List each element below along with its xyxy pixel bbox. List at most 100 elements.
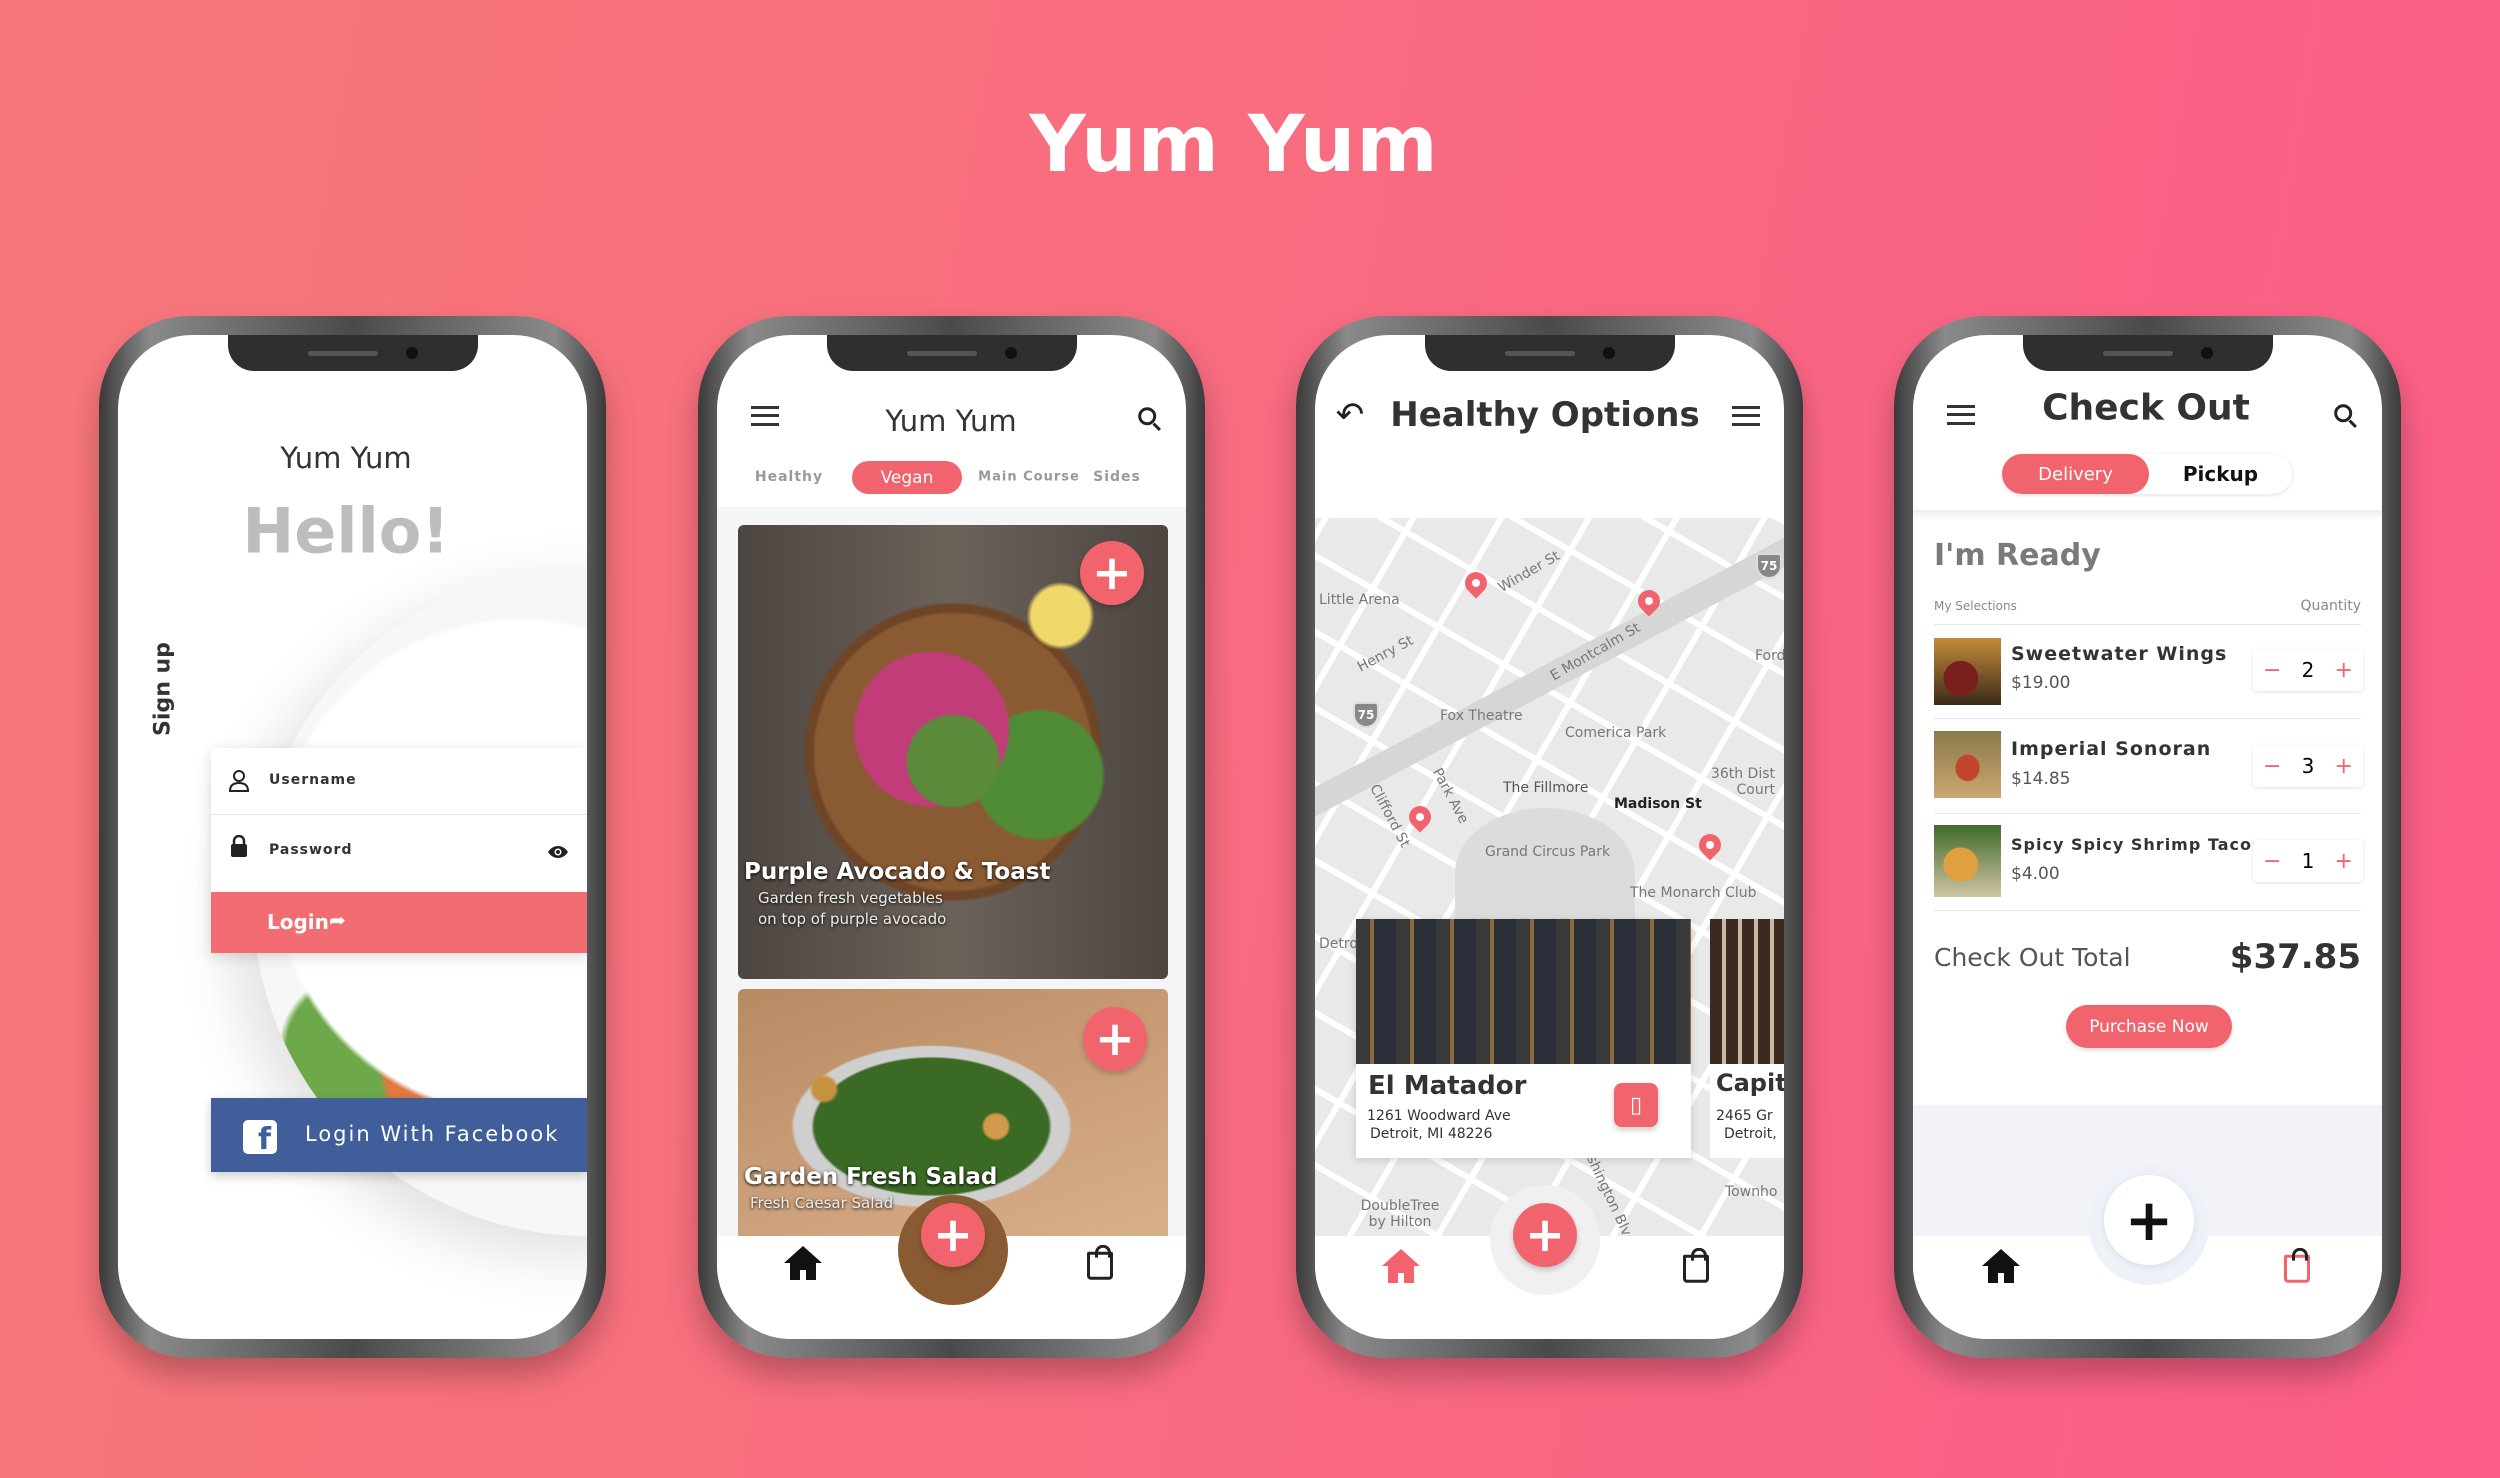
sign-up-link[interactable]: Sign up	[151, 642, 176, 736]
lock-icon	[231, 835, 247, 857]
search-icon[interactable]	[2334, 404, 2353, 423]
toggle-delivery[interactable]: Delivery	[2002, 454, 2149, 494]
username-field[interactable]: Username	[211, 748, 587, 815]
map-pin-icon[interactable]	[1404, 801, 1436, 833]
menu-icon[interactable]	[751, 406, 779, 426]
map-label: Fox Theatre	[1440, 708, 1523, 724]
password-field[interactable]: Password	[211, 815, 587, 892]
plus-button[interactable]: +	[2335, 658, 2353, 683]
tab-healthy[interactable]: Healthy	[755, 469, 823, 485]
map-pin-icon[interactable]	[1460, 567, 1492, 599]
minus-button[interactable]: −	[2263, 658, 2281, 683]
quantity-value: 2	[2301, 658, 2315, 682]
menu-icon[interactable]	[1732, 406, 1760, 426]
screen-title: Healthy Options	[1390, 395, 1700, 435]
map-label: 36th Dist Court	[1710, 766, 1775, 798]
item-price: $14.85	[2011, 769, 2071, 789]
map-label: Comerica Park	[1565, 725, 1667, 741]
item-price: $19.00	[2011, 673, 2071, 693]
restaurant-photo	[1710, 919, 1784, 1064]
map-label: The Fillmore	[1503, 780, 1589, 796]
tab-vegan[interactable]: Vegan	[852, 461, 962, 494]
search-icon[interactable]	[1138, 407, 1157, 426]
card-subtitle: Garden fresh vegetables	[758, 889, 943, 907]
quantity-stepper: −1 +	[2253, 840, 2363, 882]
notch	[827, 335, 1077, 371]
minus-button[interactable]: −	[2263, 849, 2281, 874]
facebook-login-button[interactable]: f Login With Facebook	[211, 1098, 587, 1172]
map-screen: ↶ Healthy Options Little Arena Winder St…	[1315, 335, 1784, 1339]
plus-button[interactable]: +	[2335, 754, 2353, 779]
map-label: Clifford St	[1366, 781, 1413, 851]
bag-icon[interactable]	[1087, 1244, 1113, 1280]
restaurant-address: 1261 Woodward Ave	[1367, 1108, 1511, 1124]
eye-icon[interactable]	[547, 845, 569, 859]
map-label: Little Arena	[1319, 592, 1400, 608]
restaurant-address: Detroit, MI 48226	[1370, 1126, 1493, 1142]
item-thumbnail	[1934, 731, 2001, 798]
map-label: Townho	[1725, 1184, 1778, 1200]
login-button[interactable]: Login ➦	[211, 892, 587, 953]
map-label: Grand Circus Park	[1485, 844, 1611, 860]
highway-shield: 75	[1756, 553, 1782, 579]
restaurant-card[interactable]: El Matador 1261 Woodward Ave Detroit, MI…	[1356, 919, 1691, 1158]
plus-button[interactable]: +	[2335, 849, 2353, 874]
app-name: Yum Yum	[280, 441, 412, 475]
purchase-now-button[interactable]: Purchase Now	[2066, 1005, 2232, 1048]
map-label: The Monarch Club	[1630, 885, 1757, 901]
minus-button[interactable]: −	[2263, 754, 2281, 779]
map-label: Henry St	[1354, 632, 1417, 676]
bag-icon[interactable]	[1683, 1247, 1709, 1283]
restaurant-name: El Matador	[1368, 1071, 1527, 1101]
user-icon	[229, 770, 249, 792]
bag-icon[interactable]	[2284, 1247, 2310, 1283]
restaurant-card[interactable]: Capit 2465 Gr Detroit,	[1710, 919, 1784, 1158]
highway-shield: 75	[1353, 702, 1379, 728]
checkout-screen: Check Out Delivery Pickup I'm Ready My S…	[1913, 335, 2382, 1339]
home-icon[interactable]	[782, 1244, 824, 1282]
tab-main-course[interactable]: Main Course	[978, 470, 1080, 485]
back-arrow-icon[interactable]: ↶	[1336, 395, 1365, 435]
item-name: Sweetwater Wings	[2011, 643, 2228, 665]
center-plus-button[interactable]: +	[921, 1203, 985, 1267]
menu-screen: Yum Yum Healthy Vegan Main Course Sides …	[717, 335, 1186, 1339]
add-to-cart-plus-icon[interactable]: +	[1080, 541, 1144, 605]
col-quantity: Quantity	[2300, 598, 2362, 614]
login-label: Login	[267, 910, 329, 934]
notch	[228, 335, 478, 371]
header-shadow	[1913, 510, 2382, 520]
home-icon[interactable]	[1380, 1247, 1422, 1285]
map-label: Detro	[1319, 936, 1358, 952]
phone-icon[interactable]: ▯	[1614, 1083, 1658, 1127]
greeting: Hello!	[242, 494, 450, 568]
toggle-pickup[interactable]: Pickup	[2149, 454, 2292, 494]
map-label: Park Ave	[1428, 765, 1472, 827]
menu-icon[interactable]	[1947, 405, 1975, 425]
center-plus-button[interactable]: +	[1513, 1203, 1577, 1267]
facebook-icon: f	[243, 1120, 277, 1154]
map-label: E Montcalm St	[1547, 619, 1644, 685]
facebook-label: Login With Facebook	[305, 1122, 560, 1146]
restaurant-photo	[1356, 919, 1691, 1064]
map-label: Madison St	[1614, 796, 1702, 812]
total-label: Check Out Total	[1934, 943, 2131, 972]
map-pin-icon[interactable]	[1694, 829, 1726, 861]
login-screen: Yum Yum Hello! Sign up Username Password…	[118, 335, 587, 1339]
item-name: Imperial Sonoran	[2011, 738, 2212, 760]
phone-map: ↶ Healthy Options Little Arena Winder St…	[1296, 316, 1803, 1358]
quantity-stepper: −2 +	[2253, 649, 2363, 691]
card-subtitle: Fresh Caesar Salad	[750, 1194, 894, 1212]
total-value: $37.85	[2229, 937, 2361, 977]
login-form: Username Password Login ➦	[211, 748, 587, 953]
item-thumbnail	[1934, 825, 2001, 897]
map-label: Winder St	[1495, 547, 1563, 597]
center-plus-button[interactable]: +	[2104, 1175, 2194, 1265]
restaurant-name: Capit	[1716, 1069, 1784, 1097]
home-icon[interactable]	[1980, 1247, 2022, 1285]
phone-checkout: Check Out Delivery Pickup I'm Ready My S…	[1894, 316, 2401, 1358]
add-to-cart-plus-icon[interactable]: +	[1083, 1007, 1147, 1071]
page-title: Yum Yum	[1029, 100, 1439, 190]
section-title: I'm Ready	[1934, 538, 2101, 573]
tab-sides[interactable]: Sides	[1093, 469, 1141, 485]
restaurant-address: 2465 Gr	[1716, 1108, 1773, 1124]
